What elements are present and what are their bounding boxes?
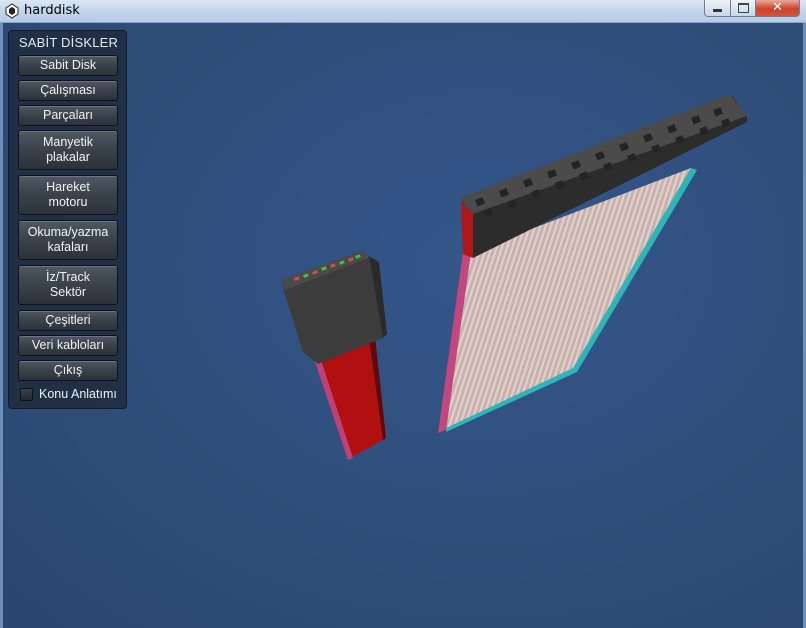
- window-controls: ✕: [704, 0, 800, 18]
- ide-ribbon-cable[interactable]: [438, 94, 747, 433]
- veri-kablolari-button[interactable]: Veri kabloları: [18, 335, 118, 356]
- cesitleri-button[interactable]: Çeşitleri: [18, 310, 118, 331]
- konu-anlatimi-toggle[interactable]: Konu Anlatımı: [20, 386, 117, 402]
- konu-anlatimi-label: Konu Anlatımı: [39, 387, 117, 401]
- konu-anlatimi-checkbox[interactable]: [20, 387, 33, 401]
- sata-cable[interactable]: [281, 250, 387, 460]
- calismasi-button[interactable]: Çalışması: [18, 80, 118, 101]
- window-title: harddisk: [24, 3, 80, 18]
- iz-track-sektor-button[interactable]: İz/Track Sektör: [18, 265, 118, 305]
- minimize-button[interactable]: [704, 0, 731, 17]
- unity-icon: [5, 3, 19, 19]
- close-button[interactable]: ✕: [756, 0, 800, 17]
- hareket-motoru-button[interactable]: Hareket motoru: [18, 175, 118, 215]
- menu-title: SABİT DİSKLER: [18, 35, 119, 50]
- maximize-button[interactable]: [731, 0, 756, 17]
- cikis-button[interactable]: Çıkış: [18, 360, 118, 381]
- minimize-icon: [713, 9, 722, 12]
- close-icon: ✕: [772, 0, 783, 15]
- menu-panel: SABİT DİSKLER Sabit Disk Çalışması Parça…: [8, 30, 127, 409]
- manyetik-plakalar-button[interactable]: Manyetik plakalar: [18, 130, 118, 170]
- sabit-disk-button[interactable]: Sabit Disk: [18, 55, 118, 76]
- window-titlebar: harddisk ✕: [0, 0, 806, 23]
- maximize-icon: [737, 3, 749, 13]
- parcalari-button[interactable]: Parçaları: [18, 105, 118, 126]
- okuma-yazma-kafalari-button[interactable]: Okuma/yazma kafaları: [18, 220, 118, 260]
